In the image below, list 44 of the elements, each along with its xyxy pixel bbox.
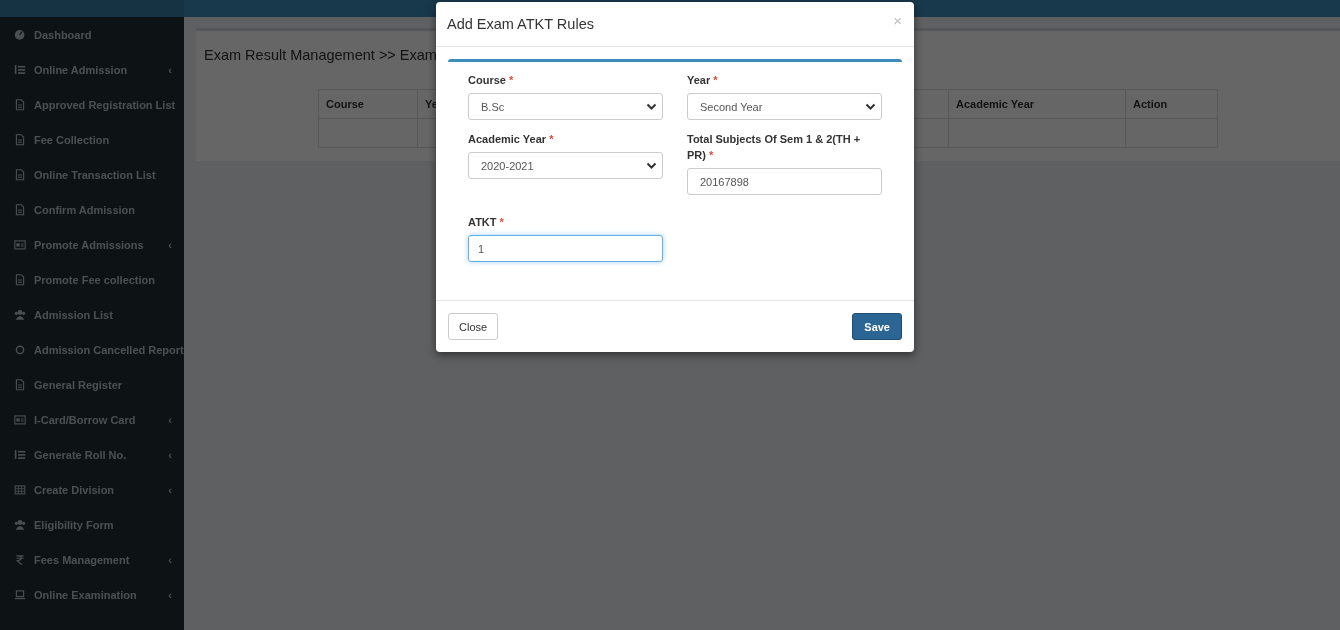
chevron-icon: ‹ — [168, 413, 172, 426]
card-icon — [14, 238, 26, 251]
save-button[interactable]: Save — [852, 313, 902, 340]
column-header: Action — [1125, 89, 1218, 119]
laptop-icon — [14, 588, 26, 601]
close-button[interactable]: Close — [448, 313, 499, 340]
select-field[interactable]: 2020-2021 — [468, 152, 663, 179]
caret-icon — [646, 102, 657, 111]
chevron-icon: ‹ — [168, 483, 172, 496]
file-icon — [14, 98, 26, 111]
chevron-icon: ‹ — [168, 238, 172, 251]
list-icon — [14, 63, 26, 76]
file-icon — [14, 133, 26, 146]
table-icon — [14, 483, 26, 496]
field-label: ATKT * — [468, 215, 505, 230]
field-label: Year * — [687, 73, 719, 88]
list-icon — [14, 448, 26, 461]
breadcrumb: Exam Result Management >> Exam — [204, 47, 438, 63]
file-icon — [14, 378, 26, 391]
field-label: Academic Year * — [468, 132, 555, 147]
chevron-icon: ‹ — [168, 448, 172, 461]
select-field[interactable]: B.Sc — [468, 93, 663, 120]
file-icon — [14, 273, 26, 286]
file-icon — [14, 168, 26, 181]
rupee-icon — [14, 553, 26, 566]
chevron-icon: ‹ — [168, 63, 172, 76]
modal-title: Add Exam ATKT Rules — [447, 16, 594, 32]
circle-icon — [14, 343, 26, 356]
input-field[interactable]: 20167898 — [687, 168, 882, 195]
input-field[interactable]: 1 — [468, 235, 663, 262]
dashboard-icon — [14, 28, 26, 41]
chevron-icon: ‹ — [168, 553, 172, 566]
chevron-icon: ‹ — [168, 588, 172, 601]
file-icon — [14, 203, 26, 216]
card-icon — [14, 413, 26, 426]
field-label: Total Subjects Of Sem 1 & 2(TH + PR) * — [687, 132, 862, 163]
users-icon — [14, 518, 26, 531]
column-header: Course — [318, 89, 418, 119]
users-icon — [14, 308, 26, 321]
select-field[interactable]: Second Year — [687, 93, 882, 120]
caret-icon — [865, 102, 876, 111]
field-label: Course * — [468, 73, 515, 88]
column-header: Academic Year — [948, 89, 1126, 119]
caret-icon — [646, 161, 657, 170]
